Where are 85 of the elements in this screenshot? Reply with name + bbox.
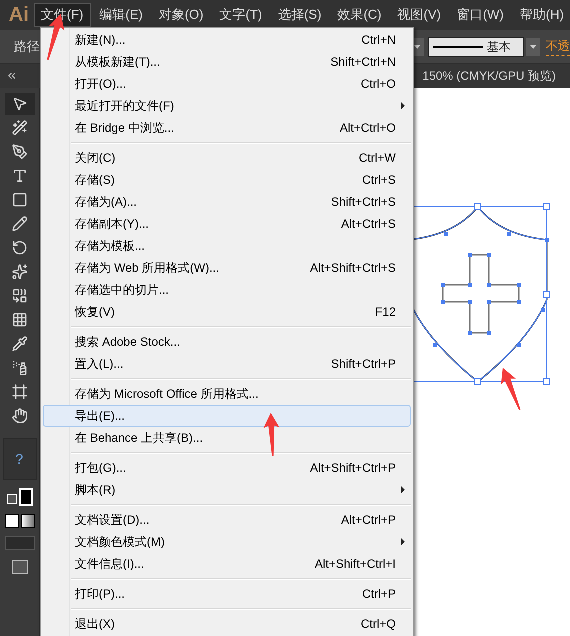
- shortcut-label: Ctrl+Q: [360, 616, 396, 633]
- dropdown-button[interactable]: [526, 38, 540, 56]
- shortcut-label: Alt+Shift+Ctrl+I: [314, 556, 396, 573]
- shortcut-label: Ctrl+O: [360, 76, 396, 93]
- menu-item[interactable]: 存储为(A)... Shift+Ctrl+S: [43, 191, 411, 213]
- rotate-icon: [12, 240, 28, 256]
- menu-item[interactable]: 退出(X) Ctrl+Q: [43, 613, 411, 635]
- shortcut-label: Ctrl+P: [362, 586, 396, 603]
- menu-bar-item[interactable]: 视图(V): [390, 3, 448, 27]
- menu-item[interactable]: 存储为 Microsoft Office 所用格式...: [43, 383, 411, 405]
- caret-icon: [530, 44, 536, 48]
- shortcut-label: Alt+Ctrl+S: [341, 216, 396, 233]
- menu-item[interactable]: 存储选中的切片...: [43, 279, 411, 301]
- menu-bar-item[interactable]: 文件(F): [34, 3, 91, 27]
- menu-item[interactable]: 最近打开的文件(F): [43, 95, 411, 117]
- menu-item[interactable]: 在 Bridge 中浏览... Alt+Ctrl+O: [43, 117, 411, 139]
- menu-item[interactable]: 存储(S) Ctrl+S: [43, 169, 411, 191]
- shortcut-label: Alt+Shift+Ctrl+P: [310, 460, 396, 477]
- shortcut-label: Shift+Ctrl+P: [331, 356, 396, 373]
- opacity-link[interactable]: 不透: [546, 37, 570, 56]
- menu-item[interactable]: 打印(P)... Ctrl+P: [43, 583, 411, 605]
- shortcut-label: Ctrl+W: [359, 150, 396, 167]
- magic-wand-icon: [12, 120, 28, 136]
- shape-builder-icon: [12, 288, 28, 304]
- menu-item[interactable]: 脚本(R): [43, 479, 411, 501]
- menu-item[interactable]: 恢复(V) F12: [43, 301, 411, 323]
- shortcut-label: Ctrl+N: [362, 32, 396, 49]
- caret-icon: [414, 44, 420, 48]
- menu-bar-item[interactable]: 文字(T): [212, 3, 270, 27]
- spray-can-icon: [12, 360, 28, 376]
- submenu-arrow-icon: [401, 486, 405, 494]
- shortcut-label: F12: [375, 304, 396, 321]
- menu-bar-item[interactable]: 帮助(H): [513, 3, 570, 27]
- gradient-mode-button[interactable]: [20, 514, 34, 528]
- shortcut-label: Shift+Ctrl+S: [331, 194, 396, 211]
- menu-bar-item[interactable]: 效果(C): [330, 3, 389, 27]
- menu-item[interactable]: 从模板新建(T)... Shift+Ctrl+N: [43, 51, 411, 73]
- menu-item[interactable]: 在 Behance 上共享(B)...: [43, 427, 411, 449]
- app-logo: Ai: [9, 3, 29, 28]
- collapse-icon[interactable]: [6, 70, 18, 82]
- annotation-arrow: [501, 368, 521, 410]
- menu-item[interactable]: 存储为 Web 所用格式(W)... Alt+Shift+Ctrl+S: [43, 257, 411, 279]
- menu-item[interactable]: 文档设置(D)... Alt+Ctrl+P: [43, 509, 411, 531]
- document-tab[interactable]: 150% (CMYK/GPU 预览): [422, 67, 556, 85]
- submenu-arrow-icon: [401, 538, 405, 546]
- shortcut-label: Ctrl+S: [362, 172, 396, 189]
- help-label: ?: [16, 450, 24, 468]
- annotation-arrow: [264, 413, 280, 456]
- menu-item[interactable]: 关闭(C) Ctrl+W: [43, 147, 411, 169]
- screen-mode-button[interactable]: [12, 560, 28, 574]
- pointer-icon: [12, 96, 28, 112]
- shortcut-label: Alt+Shift+Ctrl+S: [310, 260, 396, 277]
- shortcut-label: Shift+Ctrl+N: [330, 54, 396, 71]
- stroke-style-dropdown[interactable]: 基本: [428, 36, 524, 56]
- shortcut-label: Alt+Ctrl+O: [340, 120, 396, 137]
- menu-bar-item[interactable]: 窗口(W): [450, 3, 512, 27]
- shortcut-label: Alt+Ctrl+P: [341, 512, 396, 529]
- menu-item[interactable]: 导出(E)...: [43, 405, 411, 427]
- menu-item[interactable]: 搜索 Adobe Stock...: [43, 331, 411, 353]
- menu-item[interactable]: 存储副本(Y)... Alt+Ctrl+S: [43, 213, 411, 235]
- swap-colors-icon[interactable]: [6, 494, 16, 504]
- menu-bar-item[interactable]: 编辑(E): [92, 3, 150, 27]
- menu-item[interactable]: 文档颜色模式(M): [43, 531, 411, 553]
- pen-icon: [12, 144, 28, 160]
- color-mode-button[interactable]: [4, 514, 18, 528]
- menu-item[interactable]: 置入(L)... Shift+Ctrl+P: [43, 353, 411, 375]
- menu-item[interactable]: 打包(G)... Alt+Shift+Ctrl+P: [43, 457, 411, 479]
- rectangle-icon: [12, 192, 28, 208]
- menu-bar-item[interactable]: 对象(O): [152, 3, 211, 27]
- grid-icon: [12, 312, 28, 328]
- menu-item[interactable]: 文件信息(I)... Alt+Shift+Ctrl+I: [43, 553, 411, 575]
- tool-button[interactable]: [4, 93, 34, 115]
- sparkle-icon: [12, 264, 28, 280]
- path-label: 路径: [14, 38, 40, 56]
- eyedropper-icon: [12, 336, 28, 352]
- menu-bar-item[interactable]: 选择(S): [271, 3, 329, 27]
- fill-swatch[interactable]: [18, 488, 32, 506]
- hand-icon: [12, 408, 28, 424]
- artboard-icon: [12, 384, 28, 400]
- menu-item[interactable]: 新建(N)... Ctrl+N: [43, 29, 411, 51]
- menu-item[interactable]: 存储为模板...: [43, 235, 411, 257]
- pencil-icon: [12, 216, 28, 232]
- type-icon: [12, 168, 28, 184]
- menu-item[interactable]: 打开(O)... Ctrl+O: [43, 73, 411, 95]
- submenu-arrow-icon: [401, 102, 405, 110]
